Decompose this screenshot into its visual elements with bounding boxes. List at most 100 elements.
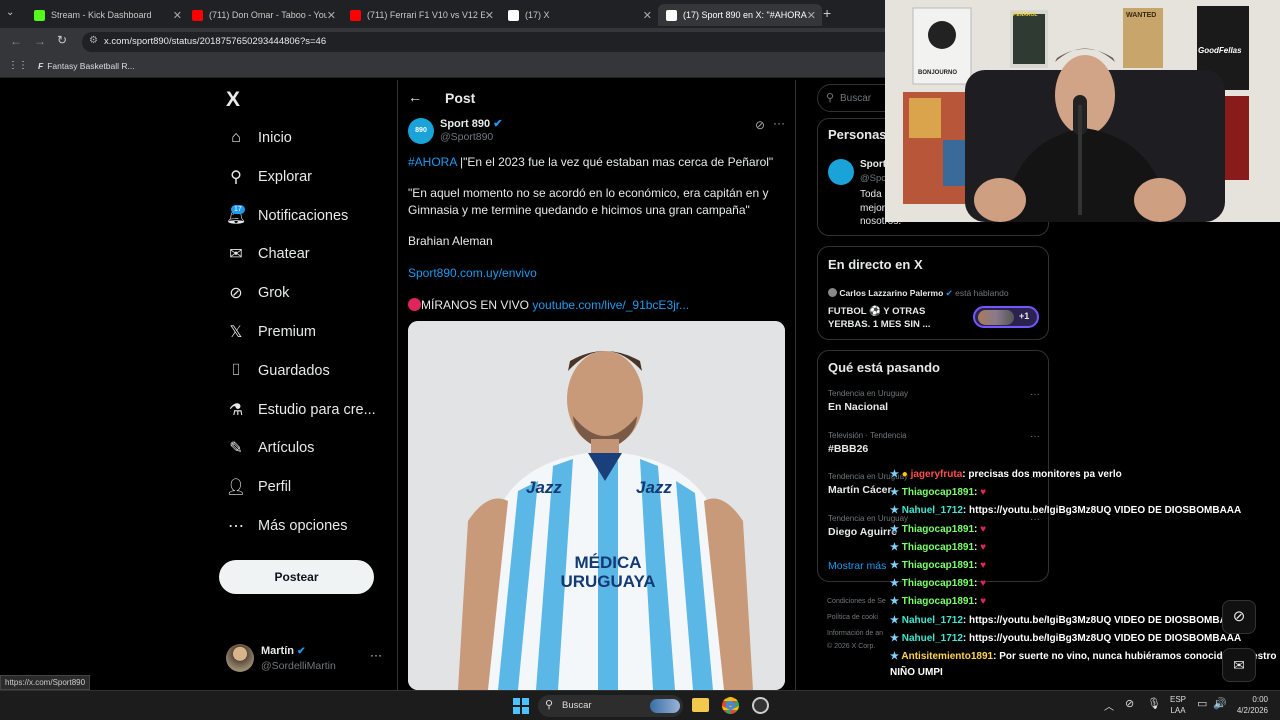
trend-item[interactable]: Televisión · Tendencia #BBB26 ··· [828, 431, 1040, 469]
footer-privacy[interactable]: Política de cooki [827, 614, 878, 621]
back-icon[interactable]: ← [10, 34, 22, 48]
close-tab-icon[interactable]: ✕ [485, 9, 494, 22]
post-more-icon[interactable]: ··· [773, 116, 785, 130]
poster-bonjourno: BONJOURNO [918, 70, 958, 76]
show-more-link[interactable]: Mostrar más [828, 560, 886, 572]
nav-item-premium[interactable]: 𝕏 Premium [226, 322, 316, 342]
chat-message: ★ Thiagocap1891: ♥ [890, 524, 986, 535]
account-name: Martín [261, 645, 294, 657]
chat-username: Thiagocap1891 [901, 523, 975, 535]
x-logo[interactable]: X [226, 88, 240, 112]
chat-message: ★ Thiagocap1891: ♥ [890, 578, 986, 589]
x-icon: 𝕏 [229, 324, 243, 341]
article-icon: ✎ [229, 440, 243, 458]
apps-icon[interactable]: ⋮⋮ [8, 60, 28, 71]
nav-item-más-opciones[interactable]: ⋯ Más opciones [226, 516, 347, 536]
nav-label: Estudio para cre... [258, 401, 376, 418]
chat-message: ★ Thiagocap1891: ♥ [890, 596, 986, 607]
youtube-link[interactable]: youtube.com/live/_91bcE3jr... [532, 298, 689, 312]
more-icon[interactable]: ··· [370, 648, 382, 662]
person-handle: @Spo [860, 173, 887, 184]
footer-ads[interactable]: Información de an [827, 630, 883, 637]
trend-more-icon[interactable]: ··· [1030, 389, 1040, 400]
display-icon[interactable]: ▭ [1197, 697, 1207, 710]
nav-item-estudio-para-cre[interactable]: ⚗ Estudio para cre... [226, 400, 376, 420]
network-off-icon[interactable]: ⊘ [1125, 697, 1134, 710]
chat-message: ★ Nahuel_1712: https://youtu.be/IgiBg3Mz… [890, 633, 1241, 644]
author-name[interactable]: Sport 890 [440, 118, 490, 130]
tab-3[interactable]: (711) Ferrari F1 V10 vs V12 EPIC✕ [342, 4, 500, 26]
chat-username: Thiagocap1891 [901, 560, 975, 571]
post-image[interactable]: Jazz Jazz MÉDICA URUGUAYA [408, 321, 785, 690]
chat-username: Antisitemiento1891 [901, 651, 994, 662]
account-switcher[interactable]: Martín ✔ @SordelliMartin ··· [226, 644, 386, 674]
new-tab-button[interactable]: + [823, 5, 831, 21]
nav-item-perfil[interactable]: 👤︎ Perfil [226, 477, 291, 497]
author-avatar[interactable]: 890 [408, 118, 434, 144]
grok-float-button[interactable]: ⊘ [1222, 600, 1256, 634]
chat-username: jageryfruta [910, 469, 963, 480]
live-title[interactable]: FUTBOL ⚽ Y OTRAS YERBAS. 1 MES SIN ... [828, 305, 943, 331]
close-tab-icon[interactable]: ✕ [327, 9, 336, 22]
bookmark-item[interactable]: F Fantasy Basketball R... [38, 61, 135, 71]
close-tab-icon[interactable]: ✕ [173, 9, 182, 22]
close-tab-icon[interactable]: ✕ [807, 9, 816, 22]
mic-icon[interactable]: 🎙 [1147, 697, 1161, 710]
star-badge-icon: ★ [890, 651, 899, 662]
site-info-icon[interactable]: ⚙ [89, 35, 98, 46]
tab-2[interactable]: (711) Don Omar - Taboo - YouTu ✕ [184, 4, 342, 26]
tab-5[interactable]: (17) Sport 890 en X: "#AHORA |" ✕ [658, 4, 822, 26]
sport890-link[interactable]: Sport890.com.uy/envivo [408, 265, 537, 282]
footer-terms[interactable]: Condiciones de Se [827, 598, 886, 605]
close-tab-icon[interactable]: ✕ [643, 9, 652, 22]
trend-more-icon[interactable]: ··· [1030, 431, 1040, 442]
tab-4[interactable]: (17) X ✕ [500, 4, 658, 26]
chat-text: : https://youtu.be/IgiBg3Mz8UQ VIDEO DE … [962, 632, 1242, 644]
person-avatar[interactable] [828, 159, 854, 185]
tray-chevron-icon[interactable]: ︿ [1104, 698, 1114, 713]
nav-item-explorar[interactable]: ⚲ Explorar [226, 167, 312, 187]
reload-icon[interactable]: ↻ [57, 33, 67, 47]
verified-icon: ✔ [297, 646, 306, 657]
tab-1[interactable]: Stream - Kick Dashboard ✕ [26, 4, 188, 26]
chat-username: Thiagocap1891 [901, 596, 975, 608]
live-listeners[interactable]: +1 [973, 306, 1039, 328]
author-handle[interactable]: @Sport890 [440, 131, 493, 143]
nav-item-inicio[interactable]: ⌂ Inicio [226, 128, 292, 148]
grok-explain-icon[interactable]: ⊘ [755, 118, 765, 132]
search-placeholder: Buscar [840, 93, 872, 104]
person-name[interactable]: Sport [860, 159, 886, 170]
trend-item[interactable]: Tendencia en Uruguay En Nacional ··· [828, 389, 1040, 427]
messages-float-button[interactable]: ✉ [1222, 648, 1256, 682]
tab-favicon-icon [350, 9, 361, 21]
nav-item-guardados[interactable]: ⌷ Guardados [226, 361, 330, 381]
lang-line-2: LAA [1170, 706, 1186, 715]
forward-icon[interactable]: → [34, 34, 46, 48]
nav-item-chatear[interactable]: ✉ Chatear [226, 244, 309, 264]
hashtag-link[interactable]: #AHORA [408, 155, 457, 169]
tab-title: (17) Sport 890 en X: "#AHORA |" [683, 10, 807, 20]
verified-icon: ✔ [945, 288, 953, 298]
poster-wanted: WANTED [1126, 12, 1157, 19]
live-prefix: MÍRANOS EN VIVO [421, 298, 533, 312]
live-host[interactable]: Carlos Lazzarino Palermo [839, 288, 943, 298]
tab-favicon-icon [508, 9, 519, 21]
file-explorer-icon[interactable] [692, 698, 709, 712]
obs-icon[interactable] [752, 697, 769, 714]
listener-count: +1 [1019, 311, 1030, 321]
section-title: En directo en X [828, 257, 923, 272]
tab-title: (17) X [525, 10, 550, 20]
nav-item-grok[interactable]: ⊘ Grok [226, 283, 289, 303]
clock[interactable]: 0:00 4/2/2026 [1232, 694, 1268, 716]
chrome-icon[interactable] [722, 697, 739, 714]
nav-item-artículos[interactable]: ✎ Artículos [226, 438, 314, 458]
grok-icon: ⊘ [229, 285, 243, 303]
tab-title: (711) Ferrari F1 V10 vs V12 EPIC [367, 10, 485, 20]
windows-start-icon[interactable] [513, 698, 529, 714]
taskbar-search[interactable]: ⚲ Buscar [538, 695, 683, 717]
back-arrow-icon[interactable]: ← [408, 89, 422, 105]
tab-search-button[interactable]: ⌄ [6, 7, 14, 18]
volume-icon[interactable]: 🔊 [1213, 697, 1227, 710]
post-button[interactable]: Postear [219, 560, 374, 594]
lang-indicator[interactable]: ESP LAA [1170, 694, 1186, 716]
